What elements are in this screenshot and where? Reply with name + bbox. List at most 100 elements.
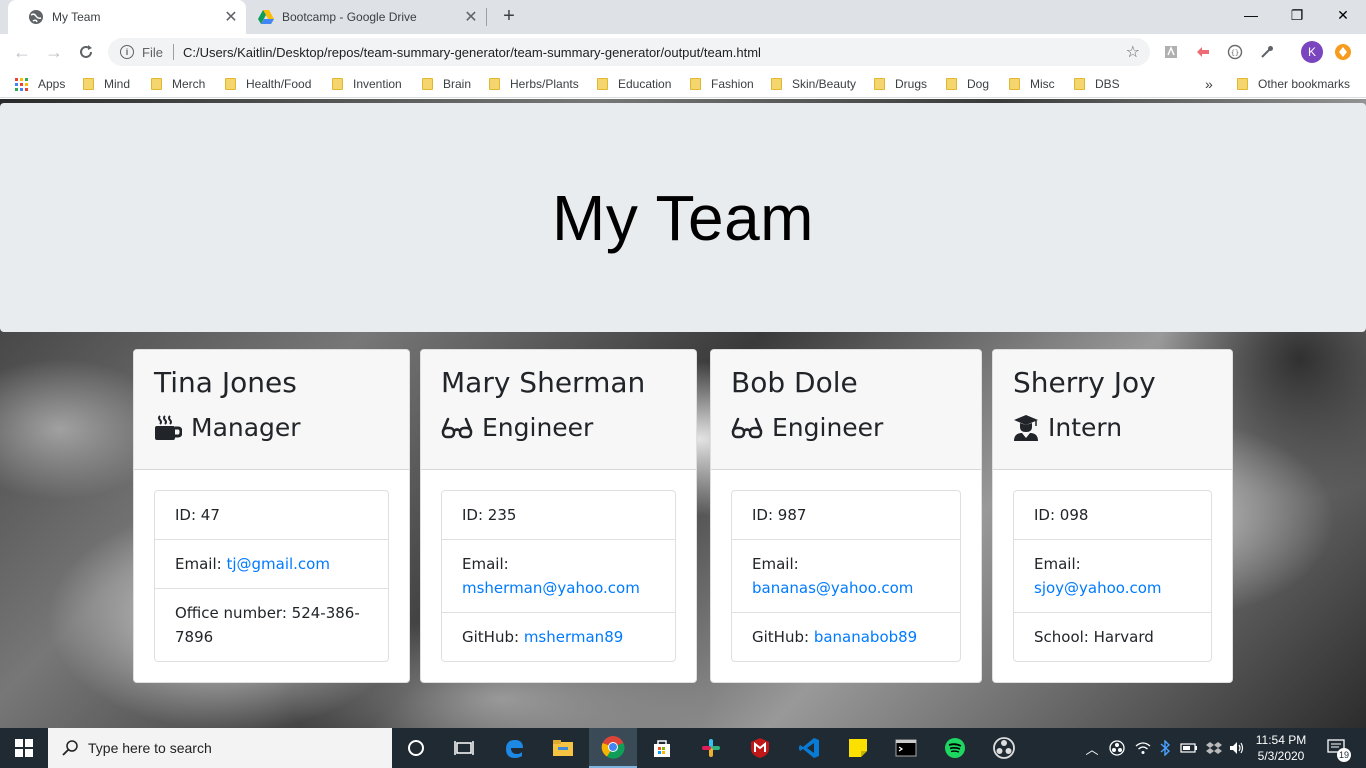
bookmark-folder[interactable]: Invention: [332, 75, 402, 93]
bookmark-folder[interactable]: Herbs/Plants: [489, 75, 579, 93]
id-row: ID: 987: [732, 491, 960, 540]
bookmark-folder[interactable]: Merch: [151, 75, 205, 93]
restore-button[interactable]: ❐: [1274, 0, 1320, 30]
file-explorer-icon[interactable]: [539, 728, 587, 768]
bookmarks-bar: Apps Mind Merch Health/Food Invention Br…: [0, 70, 1366, 98]
info-icon[interactable]: i: [120, 45, 134, 59]
folder-icon: [1237, 78, 1248, 90]
bookmark-apps[interactable]: Apps: [15, 75, 65, 93]
tray-overflow-icon[interactable]: ︿: [1083, 728, 1101, 768]
new-tab-button[interactable]: +: [499, 5, 519, 27]
bookmark-folder[interactable]: Education: [597, 75, 671, 93]
tab-strip: My Team ✕ Bootcamp - Google Drive ✕ + — …: [0, 0, 1366, 34]
close-window-button[interactable]: ✕: [1320, 0, 1366, 30]
folder-icon: [946, 78, 957, 90]
school-row: School: Harvard: [1014, 613, 1211, 661]
obs-icon[interactable]: [980, 728, 1028, 768]
bookmark-folder[interactable]: Health/Food: [225, 75, 311, 93]
email-link[interactable]: msherman@yahoo.com: [462, 579, 640, 597]
folder-icon: [597, 78, 608, 90]
bookmark-folder[interactable]: Fashion: [690, 75, 754, 93]
store-icon[interactable]: [638, 728, 686, 768]
chrome-taskbar-icon[interactable]: [589, 728, 637, 768]
bookmark-other[interactable]: Other bookmarks: [1237, 75, 1350, 93]
volume-icon[interactable]: [1227, 728, 1247, 768]
url-scheme: File: [142, 44, 163, 60]
email-link[interactable]: tj@gmail.com: [226, 555, 330, 573]
email-label: Email:: [175, 555, 227, 573]
system-clock[interactable]: 11:54 PM 5/3/2020: [1246, 732, 1316, 764]
email-row: Email: bananas@yahoo.com: [732, 540, 960, 613]
card-header: Tina Jones Manager: [134, 350, 409, 470]
bookmark-star-icon[interactable]: ☆: [1126, 42, 1140, 62]
employee-name: Sherry Joy: [1013, 366, 1156, 399]
page-title: My Team: [552, 181, 814, 254]
cast-extension-icon[interactable]: [1193, 42, 1213, 62]
sticky-notes-icon[interactable]: [834, 728, 882, 768]
bookmark-folder[interactable]: Skin/Beauty: [771, 75, 856, 93]
header-jumbotron: My Team: [0, 103, 1366, 332]
bookmarks-overflow-button[interactable]: »: [1205, 75, 1213, 93]
tab-my-team[interactable]: My Team ✕: [8, 0, 246, 34]
employee-role: Intern: [1013, 413, 1212, 443]
start-button[interactable]: [0, 728, 48, 768]
obs-tray-icon[interactable]: [1106, 728, 1128, 768]
bookmark-label: Education: [618, 77, 672, 91]
bookmark-folder[interactable]: Mind: [83, 75, 130, 93]
back-button[interactable]: ←: [10, 40, 34, 64]
slack-icon[interactable]: [687, 728, 735, 768]
close-tab-icon[interactable]: ✕: [462, 8, 480, 26]
taskbar-search[interactable]: Type here to search: [48, 728, 392, 768]
search-placeholder: Type here to search: [88, 740, 212, 756]
folder-icon: [83, 78, 94, 90]
cortana-icon[interactable]: [392, 728, 440, 768]
code-extension-icon[interactable]: {}: [1225, 42, 1245, 62]
url-text[interactable]: C:/Users/Kaitlin/Desktop/repos/team-summ…: [183, 45, 1126, 60]
email-link[interactable]: sjoy@yahoo.com: [1034, 579, 1162, 597]
forward-button[interactable]: →: [42, 40, 66, 64]
bookmark-label: Fashion: [711, 77, 754, 91]
id-label: ID:: [1034, 506, 1060, 524]
tab-google-drive[interactable]: Bootcamp - Google Drive ✕: [238, 0, 486, 34]
task-view-icon[interactable]: [440, 728, 488, 768]
spotify-icon[interactable]: [931, 728, 979, 768]
employee-name: Mary Sherman: [441, 366, 646, 399]
mcafee-icon[interactable]: [736, 728, 784, 768]
address-bar[interactable]: i File C:/Users/Kaitlin/Desktop/repos/te…: [108, 38, 1150, 66]
wifi-icon[interactable]: [1132, 728, 1154, 768]
github-row: GitHub: bananabob89: [732, 613, 960, 661]
honey-extension-icon[interactable]: [1333, 42, 1353, 62]
tab-title: My Team: [52, 10, 101, 24]
id-value: 098: [1059, 506, 1089, 524]
folder-icon: [874, 78, 885, 90]
bookmark-folder[interactable]: Brain: [422, 75, 471, 93]
dropbox-icon[interactable]: [1203, 728, 1225, 768]
id-value: 987: [777, 506, 807, 524]
profile-avatar[interactable]: K: [1301, 41, 1323, 63]
github-link[interactable]: msherman89: [524, 628, 623, 646]
info-list: ID: 098 Email: sjoy@yahoo.com School: Har…: [1013, 490, 1212, 662]
id-row: ID: 47: [155, 491, 388, 540]
notification-center-button[interactable]: 19: [1320, 728, 1354, 768]
bookmark-folder[interactable]: DBS: [1074, 75, 1120, 93]
github-link[interactable]: bananabob89: [814, 628, 917, 646]
bookmark-label: Health/Food: [246, 77, 312, 91]
minimize-button[interactable]: —: [1228, 0, 1274, 30]
bookmark-folder[interactable]: Misc: [1009, 75, 1055, 93]
edge-browser-icon[interactable]: [490, 728, 538, 768]
employee-card: Tina Jones Manager ID: 47 Email: tj@gmai…: [133, 349, 410, 683]
email-link[interactable]: bananas@yahoo.com: [752, 579, 913, 597]
apps-grid-icon: [15, 77, 28, 91]
vscode-icon[interactable]: [785, 728, 833, 768]
eyedropper-extension-icon[interactable]: [1257, 42, 1277, 62]
bookmark-folder[interactable]: Drugs: [874, 75, 927, 93]
bookmark-folder[interactable]: Dog: [946, 75, 989, 93]
info-list: ID: 47 Email: tj@gmail.com Office number…: [154, 490, 389, 662]
terminal-icon[interactable]: [882, 728, 930, 768]
reload-button[interactable]: [74, 40, 98, 64]
battery-icon[interactable]: [1178, 728, 1200, 768]
email-label: Email:: [752, 555, 799, 573]
bluetooth-icon[interactable]: [1156, 728, 1174, 768]
pdf-extension-icon[interactable]: [1161, 42, 1181, 62]
email-row: Email: tj@gmail.com: [155, 540, 388, 589]
